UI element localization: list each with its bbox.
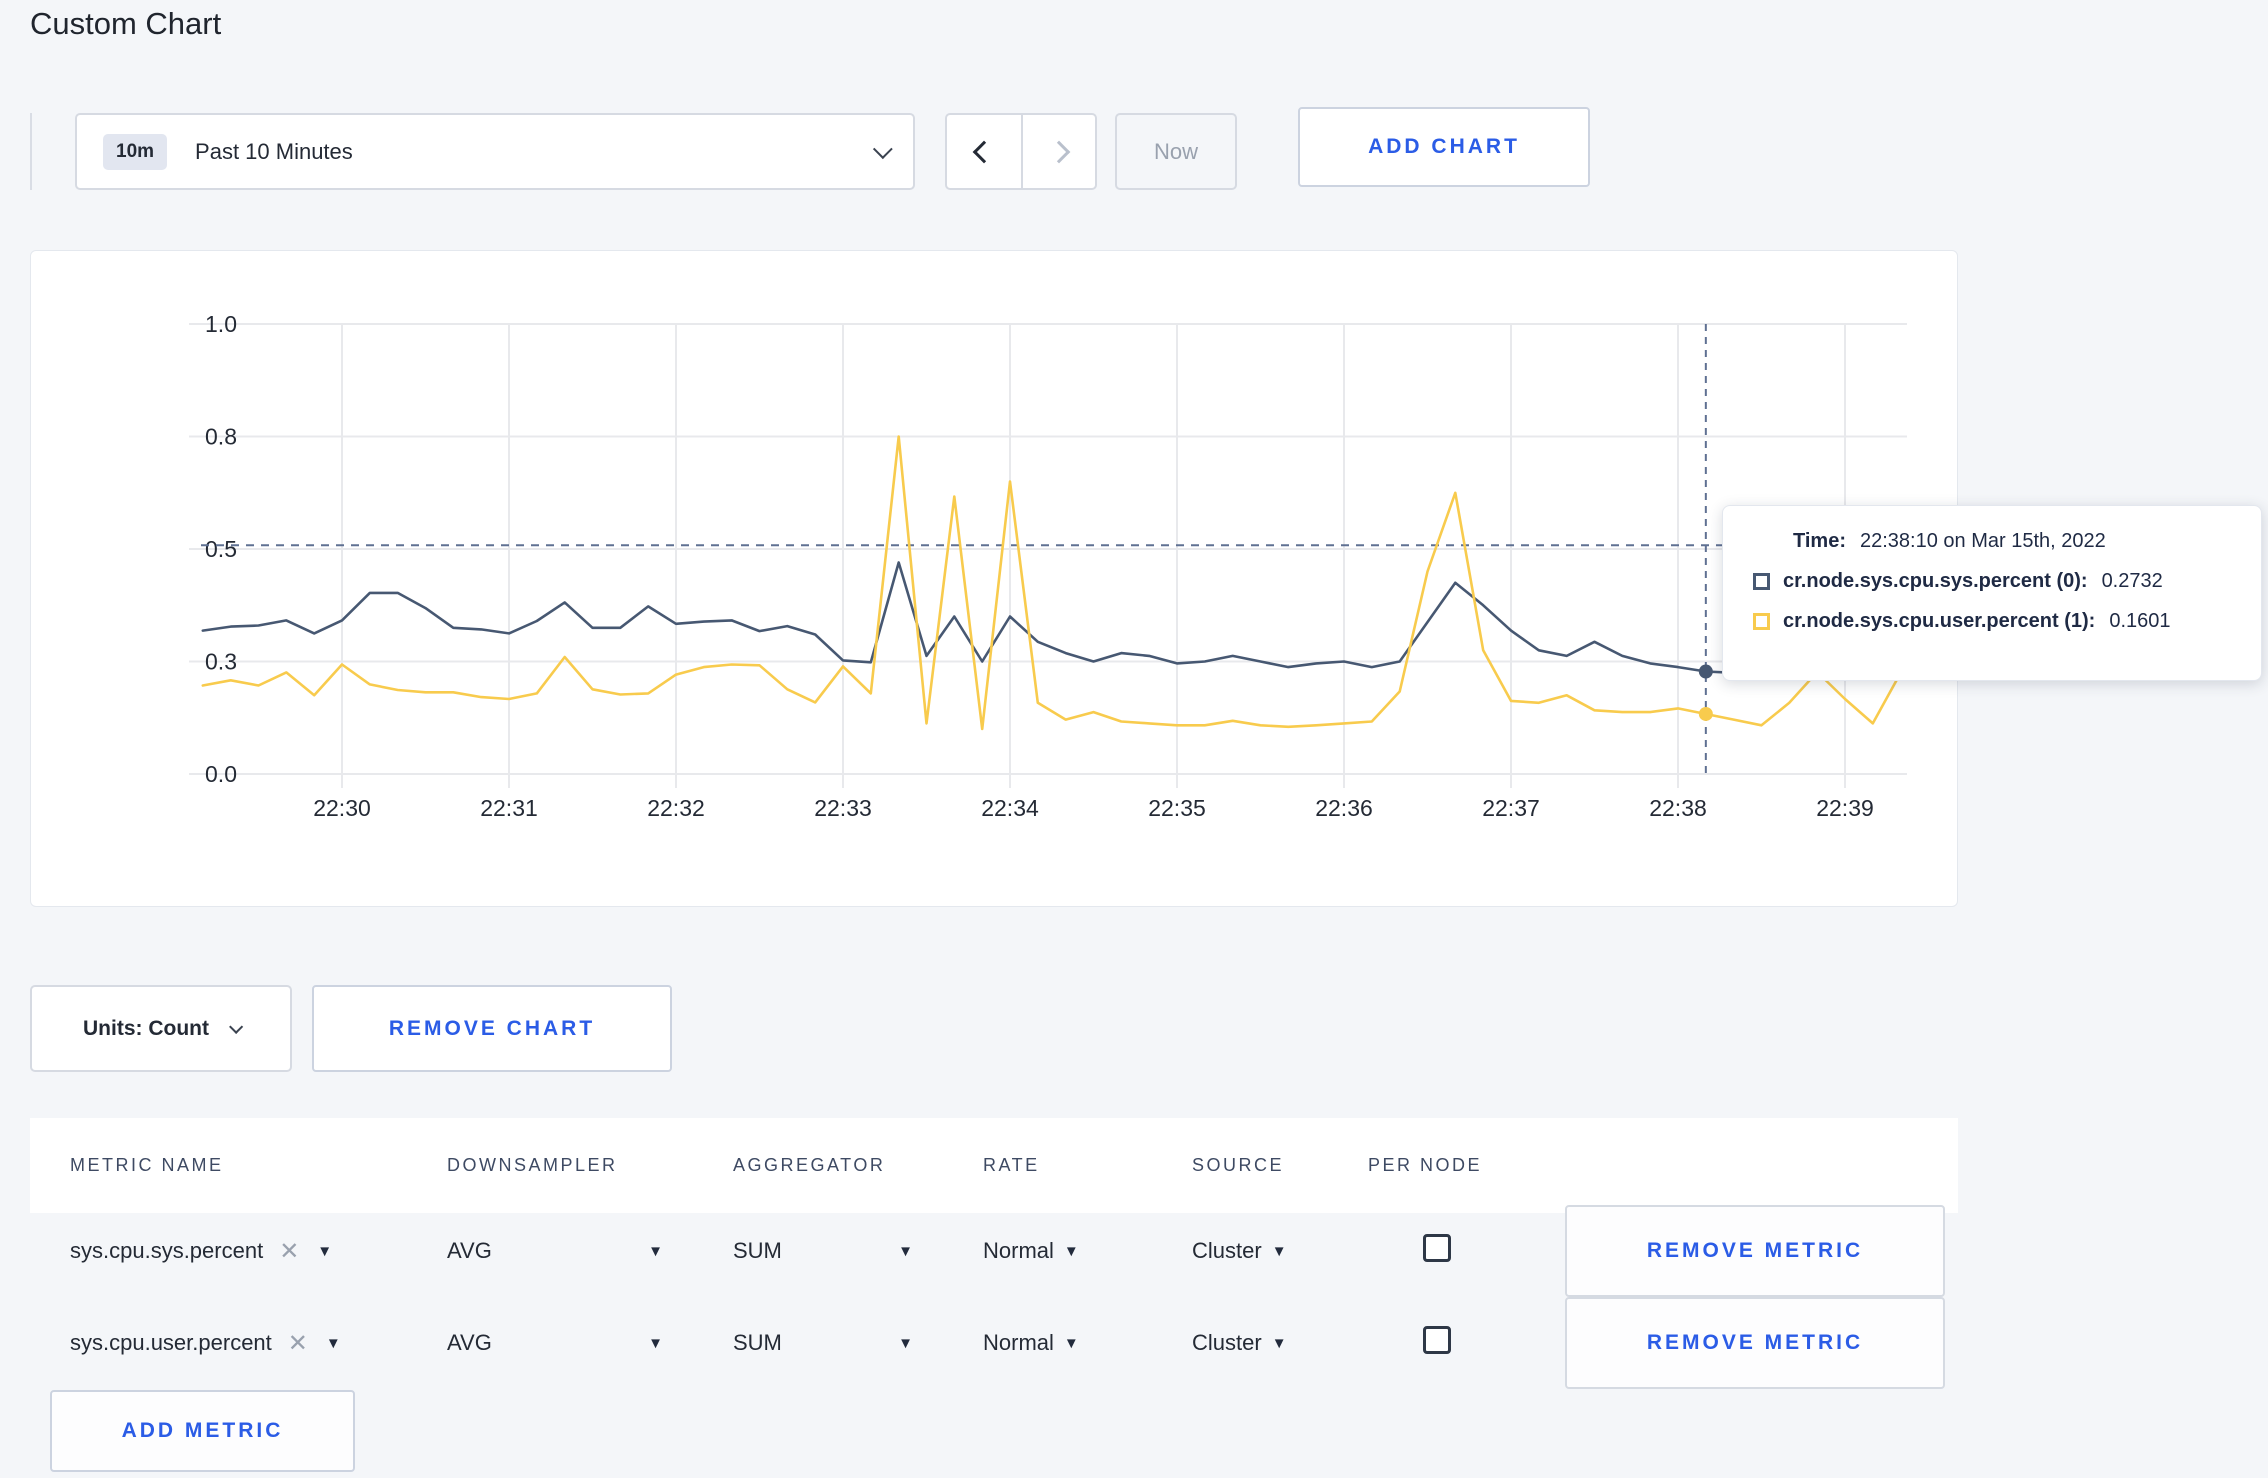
- aggregator-select[interactable]: SUM ▼: [733, 1330, 983, 1356]
- next-range-button[interactable]: [1021, 115, 1095, 188]
- add-chart-label: ADD CHART: [1368, 135, 1520, 158]
- downsampler-value: AVG: [447, 1330, 492, 1355]
- per-node-checkbox[interactable]: [1423, 1234, 1451, 1262]
- remove-metric-label: REMOVE METRIC: [1646, 1331, 1864, 1354]
- dropdown-caret-icon: ▼: [898, 1242, 913, 1260]
- aggregator-select[interactable]: SUM ▼: [733, 1238, 983, 1264]
- series-sys-swatch-icon: [1753, 573, 1770, 590]
- time-range-select[interactable]: 10m Past 10 Minutes: [75, 113, 915, 190]
- now-button[interactable]: Now: [1115, 113, 1237, 190]
- dropdown-caret-icon: ▼: [1063, 1334, 1079, 1352]
- svg-text:22:30: 22:30: [313, 795, 371, 821]
- remove-metric-label: REMOVE METRIC: [1646, 1239, 1864, 1262]
- svg-text:22:37: 22:37: [1482, 795, 1540, 821]
- source-value: Cluster: [1192, 1330, 1262, 1355]
- tooltip-time-label: Time:: [1793, 530, 1846, 552]
- svg-text:1.0: 1.0: [205, 311, 237, 337]
- rate-select[interactable]: Normal ▼: [983, 1330, 1192, 1356]
- metric-name-value: sys.cpu.sys.percent: [70, 1238, 264, 1263]
- metric-row: sys.cpu.sys.percent ✕ ▼ AVG ▼ SUM ▼ Norm…: [30, 1205, 1958, 1297]
- previous-range-button[interactable]: [947, 115, 1021, 188]
- downsampler-select[interactable]: AVG ▼: [447, 1238, 733, 1264]
- svg-text:22:34: 22:34: [981, 795, 1039, 821]
- dropdown-caret-icon: ▼: [317, 1242, 333, 1260]
- metrics-table-header: METRIC NAME DOWNSAMPLER AGGREGATOR RATE …: [30, 1118, 1958, 1213]
- rate-value: Normal: [983, 1238, 1054, 1263]
- svg-text:22:35: 22:35: [1148, 795, 1206, 821]
- col-header-metric-name: METRIC NAME: [70, 1155, 224, 1175]
- aggregator-value: SUM: [733, 1238, 782, 1263]
- tooltip-series-sys-label: cr.node.sys.cpu.sys.percent (0):: [1783, 570, 2088, 592]
- source-value: Cluster: [1192, 1238, 1262, 1263]
- chart-tooltip: Time: 22:38:10 on Mar 15th, 2022 cr.node…: [1722, 505, 2262, 681]
- col-header-per-node: PER NODE: [1368, 1155, 1483, 1175]
- svg-text:22:31: 22:31: [480, 795, 538, 821]
- dropdown-caret-icon: ▼: [1271, 1242, 1287, 1260]
- clear-metric-icon[interactable]: ✕: [279, 1237, 299, 1266]
- timeseries-chart[interactable]: 1.0 0.8 0.5 0.3 0.0 22:30 22:31 22:32 22:33 22:34…: [31, 251, 1959, 908]
- dropdown-caret-icon: ▼: [1063, 1242, 1079, 1260]
- toolbar-divider: [30, 113, 32, 190]
- dropdown-caret-icon: ▼: [648, 1242, 663, 1260]
- units-label: Units: Count: [83, 1016, 209, 1040]
- now-button-label: Now: [1153, 138, 1198, 164]
- metric-name-value: sys.cpu.user.percent: [70, 1330, 272, 1355]
- add-metric-button[interactable]: ADD METRIC: [50, 1390, 355, 1472]
- aggregator-value: SUM: [733, 1330, 782, 1355]
- dropdown-caret-icon: ▼: [648, 1334, 663, 1352]
- dropdown-caret-icon: ▼: [325, 1334, 341, 1352]
- svg-text:22:36: 22:36: [1315, 795, 1373, 821]
- add-metric-label: ADD METRIC: [121, 1419, 284, 1442]
- svg-text:0.8: 0.8: [205, 424, 237, 450]
- chart-card: 1.0 0.8 0.5 0.3 0.0 22:30 22:31 22:32 22:33 22:34…: [30, 250, 1958, 907]
- source-select[interactable]: Cluster ▼: [1192, 1238, 1368, 1264]
- downsampler-select[interactable]: AVG ▼: [447, 1330, 733, 1356]
- range-step-group: [945, 113, 1097, 190]
- tooltip-series-user-label: cr.node.sys.cpu.user.percent (1):: [1783, 610, 2096, 632]
- chevron-left-icon: [972, 140, 996, 163]
- remove-metric-button[interactable]: REMOVE METRIC: [1565, 1297, 1945, 1389]
- svg-text:0.5: 0.5: [205, 536, 237, 562]
- per-node-checkbox[interactable]: [1423, 1326, 1451, 1354]
- downsampler-value: AVG: [447, 1238, 492, 1263]
- svg-text:0.3: 0.3: [205, 649, 237, 675]
- clear-metric-icon[interactable]: ✕: [288, 1329, 308, 1358]
- remove-metric-button[interactable]: REMOVE METRIC: [1565, 1205, 1945, 1297]
- svg-text:22:39: 22:39: [1816, 795, 1874, 821]
- time-range-badge: 10m: [103, 133, 168, 170]
- remove-chart-button[interactable]: REMOVE CHART: [312, 985, 672, 1072]
- dropdown-caret-icon: ▼: [898, 1334, 913, 1352]
- col-header-downsampler: DOWNSAMPLER: [447, 1155, 618, 1175]
- col-header-rate: RATE: [983, 1155, 1040, 1175]
- metric-row: sys.cpu.user.percent ✕ ▼ AVG ▼ SUM ▼ Nor…: [30, 1297, 1958, 1389]
- chevron-down-icon: [872, 138, 893, 159]
- series-user-swatch-icon: [1753, 613, 1770, 630]
- remove-chart-label: REMOVE CHART: [388, 1016, 596, 1040]
- source-select[interactable]: Cluster ▼: [1192, 1330, 1368, 1356]
- svg-text:22:38: 22:38: [1649, 795, 1707, 821]
- svg-text:22:33: 22:33: [814, 795, 872, 821]
- tooltip-time-value: 22:38:10 on Mar 15th, 2022: [1859, 530, 2106, 552]
- tooltip-series-user-value: 0.1601: [2109, 610, 2171, 632]
- units-select[interactable]: Units: Count: [30, 985, 292, 1072]
- col-header-source: SOURCE: [1192, 1155, 1285, 1175]
- metric-name-select[interactable]: sys.cpu.user.percent ✕ ▼: [70, 1329, 447, 1358]
- dropdown-caret-icon: ▼: [1271, 1334, 1287, 1352]
- page-title: Custom Chart: [30, 6, 222, 41]
- chevron-right-icon: [1047, 140, 1071, 163]
- svg-text:22:32: 22:32: [647, 795, 705, 821]
- rate-value: Normal: [983, 1330, 1054, 1355]
- time-range-label: Past 10 Minutes: [195, 138, 353, 164]
- col-header-aggregator: AGGREGATOR: [733, 1155, 886, 1175]
- tooltip-series-sys-value: 0.2732: [2101, 570, 2163, 592]
- rate-select[interactable]: Normal ▼: [983, 1238, 1192, 1264]
- metric-name-select[interactable]: sys.cpu.sys.percent ✕ ▼: [70, 1237, 447, 1266]
- chevron-down-icon: [229, 1019, 244, 1034]
- add-chart-button[interactable]: ADD CHART: [1298, 107, 1590, 187]
- svg-text:0.0: 0.0: [205, 761, 237, 787]
